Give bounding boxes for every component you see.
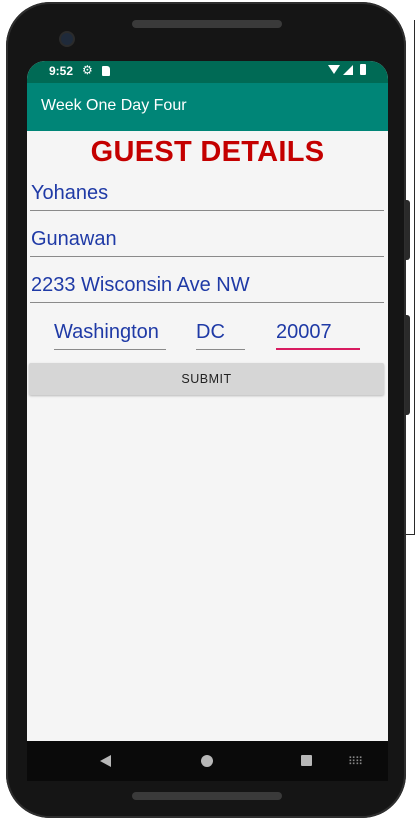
signal-icon <box>343 64 353 75</box>
city-field[interactable]: Washington <box>54 318 166 350</box>
status-time: 9:52 <box>49 64 74 78</box>
app-bar: Week One Day Four <box>27 83 388 131</box>
volume-button[interactable] <box>405 315 410 415</box>
battery-icon <box>360 64 366 75</box>
page-title: GUEST DETAILS <box>90 136 325 168</box>
home-icon[interactable] <box>201 755 213 767</box>
wifi-icon <box>328 65 340 74</box>
back-icon[interactable] <box>100 755 111 767</box>
first-name-field[interactable]: Yohanes <box>30 179 384 211</box>
gear-icon: ⚙ <box>82 63 93 77</box>
top-speaker <box>132 20 282 28</box>
bottom-speaker <box>132 792 282 800</box>
state-field[interactable]: DC <box>196 318 245 350</box>
status-bar: 9:52 ⚙ <box>27 61 388 83</box>
submit-button[interactable]: SUBMIT <box>29 363 384 395</box>
screen: 9:52 ⚙ Week One Day Four GUEST DETAILS Y… <box>27 61 388 781</box>
status-icons <box>328 64 366 75</box>
window-edge <box>414 20 415 535</box>
navigation-bar: ⠿⠿ <box>27 741 388 781</box>
keyboard-icon[interactable]: ⠿⠿ <box>348 755 363 768</box>
front-camera <box>61 33 73 45</box>
last-name-field[interactable]: Gunawan <box>30 225 384 257</box>
app-title: Week One Day Four <box>41 97 187 114</box>
street-address-field[interactable]: 2233 Wisconsin Ave NW <box>30 271 384 303</box>
sd-card-icon <box>102 66 110 76</box>
power-button[interactable] <box>405 200 410 260</box>
recents-icon[interactable] <box>301 755 312 766</box>
zip-field[interactable]: 20007 <box>276 318 360 350</box>
